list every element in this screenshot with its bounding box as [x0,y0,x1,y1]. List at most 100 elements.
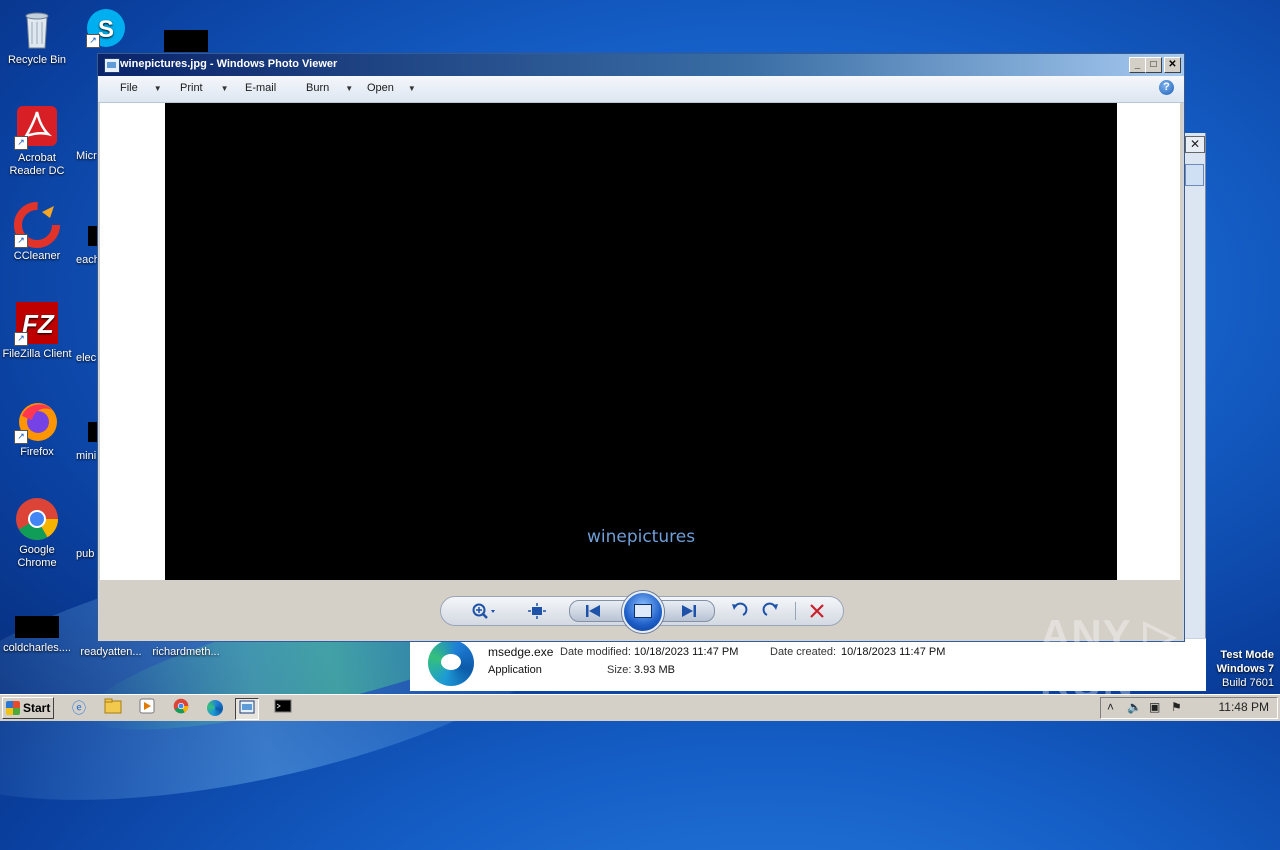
desktop-icon-label: Micr [76,150,97,162]
taskbar-cmd-icon[interactable] [272,698,294,718]
rotate-counterclockwise-button[interactable] [727,602,751,620]
test-mode-label: Test Mode [1220,649,1274,661]
edge-icon [74,104,98,150]
volume-icon[interactable]: 🔈 [1127,700,1142,714]
show-hidden-icons-button[interactable]: ˄ [1107,700,1114,714]
desktop-icon-label: pub [76,548,95,560]
desktop-icon-coldcharles[interactable]: coldcharles.... [0,616,74,655]
rotate-right-icon [762,602,778,616]
title-bar[interactable]: winepictures.jpg - Windows Photo Viewer … [98,54,1184,76]
date-created-value: 10/18/2023 11:47 PM [841,646,946,658]
taskbar-photo-viewer-icon[interactable] [235,698,259,720]
os-label: Windows 7 [1216,663,1274,675]
photo-viewer-window[interactable]: winepictures.jpg - Windows Photo Viewer … [97,53,1185,642]
desktop-icon-ccleaner[interactable]: ↗ CCleaner [0,202,74,263]
date-created-label: Date created: [770,646,837,658]
shortcut-arrow-icon: ↗ [86,34,100,48]
playback-controls [440,591,844,633]
start-button[interactable]: Start [2,697,54,719]
slideshow-button[interactable] [622,591,664,633]
shortcut-arrow-icon: ↗ [14,332,28,346]
menu-bar: File ▼ Print ▼ E-mail Burn ▼ Open ▼ ? [98,76,1184,103]
menu-burn[interactable]: Burn ▼ [306,82,353,94]
redacted-icon [88,422,97,442]
previous-button[interactable] [581,602,605,620]
zoom-button[interactable] [467,602,501,620]
size-label: Size: [607,664,632,676]
desktop-icon-label: CCleaner [13,250,61,262]
background-window[interactable] [1183,133,1206,689]
desktop-icon-richardmeth[interactable]: richardmeth... [148,646,224,659]
shortcut-arrow-icon: ↗ [14,136,28,150]
minimize-button[interactable]: _ [1129,57,1146,73]
desktop-icon-each-partial[interactable]: each [76,254,98,267]
menu-email[interactable]: E-mail [245,82,276,94]
desktop-icon-chrome[interactable]: Google Chrome [0,496,74,570]
background-window-close-button[interactable]: ✕ [1185,136,1205,153]
search-icon[interactable] [1185,164,1204,186]
desktop-icon-acrobat[interactable]: ↗ Acrobat Reader DC [0,104,74,178]
date-modified-label: Date modified: [560,646,631,658]
network-icon[interactable]: ▣ [1149,700,1160,714]
help-button[interactable]: ? [1159,80,1174,95]
close-button[interactable]: ✕ [1164,57,1181,73]
actual-size-icon [528,603,546,619]
desktop-icon-label: mini [76,450,97,462]
chevron-down-icon: ▼ [407,84,416,93]
taskbar-ie-icon[interactable]: ⓔ [68,698,90,718]
taskbar-media-player-icon[interactable] [136,698,158,718]
desktop-icon-elec-partial[interactable]: elec [76,352,98,365]
maximize-button[interactable]: □ [1145,57,1162,73]
file-name: msedge.exe [488,645,554,659]
taskbar-edge-icon[interactable] [204,698,226,718]
taskbar-explorer-icon[interactable] [102,698,124,718]
chevron-down-icon: ▼ [153,84,162,93]
menu-open-label: Open [367,82,394,94]
next-button[interactable] [677,602,701,620]
file-icon [14,616,60,640]
recycle-bin-icon [14,6,60,52]
menu-burn-label: Burn [306,82,330,94]
actual-size-button[interactable] [525,602,549,620]
svg-text:S: S [98,16,114,43]
menu-print-label: Print [180,82,203,94]
size-value: 3.93 MB [634,664,675,676]
delete-button[interactable] [805,602,829,620]
desktop-icon-filezilla[interactable]: FZ ↗ FileZilla Client [0,300,74,361]
date-modified-value: 10/18/2023 11:47 PM [634,646,739,658]
desktop-icon-edge-partial[interactable]: Micr [74,104,98,163]
redacted-icon [164,30,208,52]
desktop-icon-label: Recycle Bin [7,54,67,66]
windows-logo-icon [6,701,20,715]
menu-email-label: E-mail [245,82,277,94]
menu-print[interactable]: Print ▼ [180,82,229,94]
menu-open[interactable]: Open ▼ [367,82,416,94]
build-label: Build 7601 [1222,677,1274,689]
previous-icon [586,605,600,617]
image-viewport[interactable]: winepictures [100,103,1180,580]
desktop-icon-recycle-bin[interactable]: Recycle Bin [0,6,74,67]
toolbar-separator [795,602,796,620]
desktop-icon-readyatten[interactable]: readyatten... [74,646,148,659]
desktop-icon-label: readyatten... [80,646,142,658]
zoom-icon [472,603,495,619]
action-center-flag-icon[interactable]: ⚑ [1171,700,1182,714]
rotate-clockwise-button[interactable] [759,602,783,620]
photo-viewer-icon [104,58,120,73]
chevron-down-icon: ▼ [345,84,354,93]
filezilla-icon: FZ ↗ [14,300,60,346]
taskbar-chrome-icon[interactable] [170,698,192,718]
skype-icon: S ↗ [86,8,126,48]
shortcut-arrow-icon: ↗ [14,234,28,248]
desktop-icon-firefox[interactable]: ↗ Firefox [0,398,74,459]
desktop-icon-label: Firefox [20,446,54,458]
clock[interactable]: 11:48 PM [1219,700,1269,714]
desktop-icon-mini-partial[interactable]: mini [76,450,98,463]
desktop-icon-pub-partial[interactable]: pub [76,548,98,561]
menu-file-label: File [120,82,138,94]
menu-file[interactable]: File ▼ [120,82,162,94]
delete-icon [810,604,824,618]
desktop-icon-skype[interactable]: S ↗ [86,8,126,50]
chevron-down-icon: ▼ [220,84,229,93]
start-label: Start [23,701,51,715]
